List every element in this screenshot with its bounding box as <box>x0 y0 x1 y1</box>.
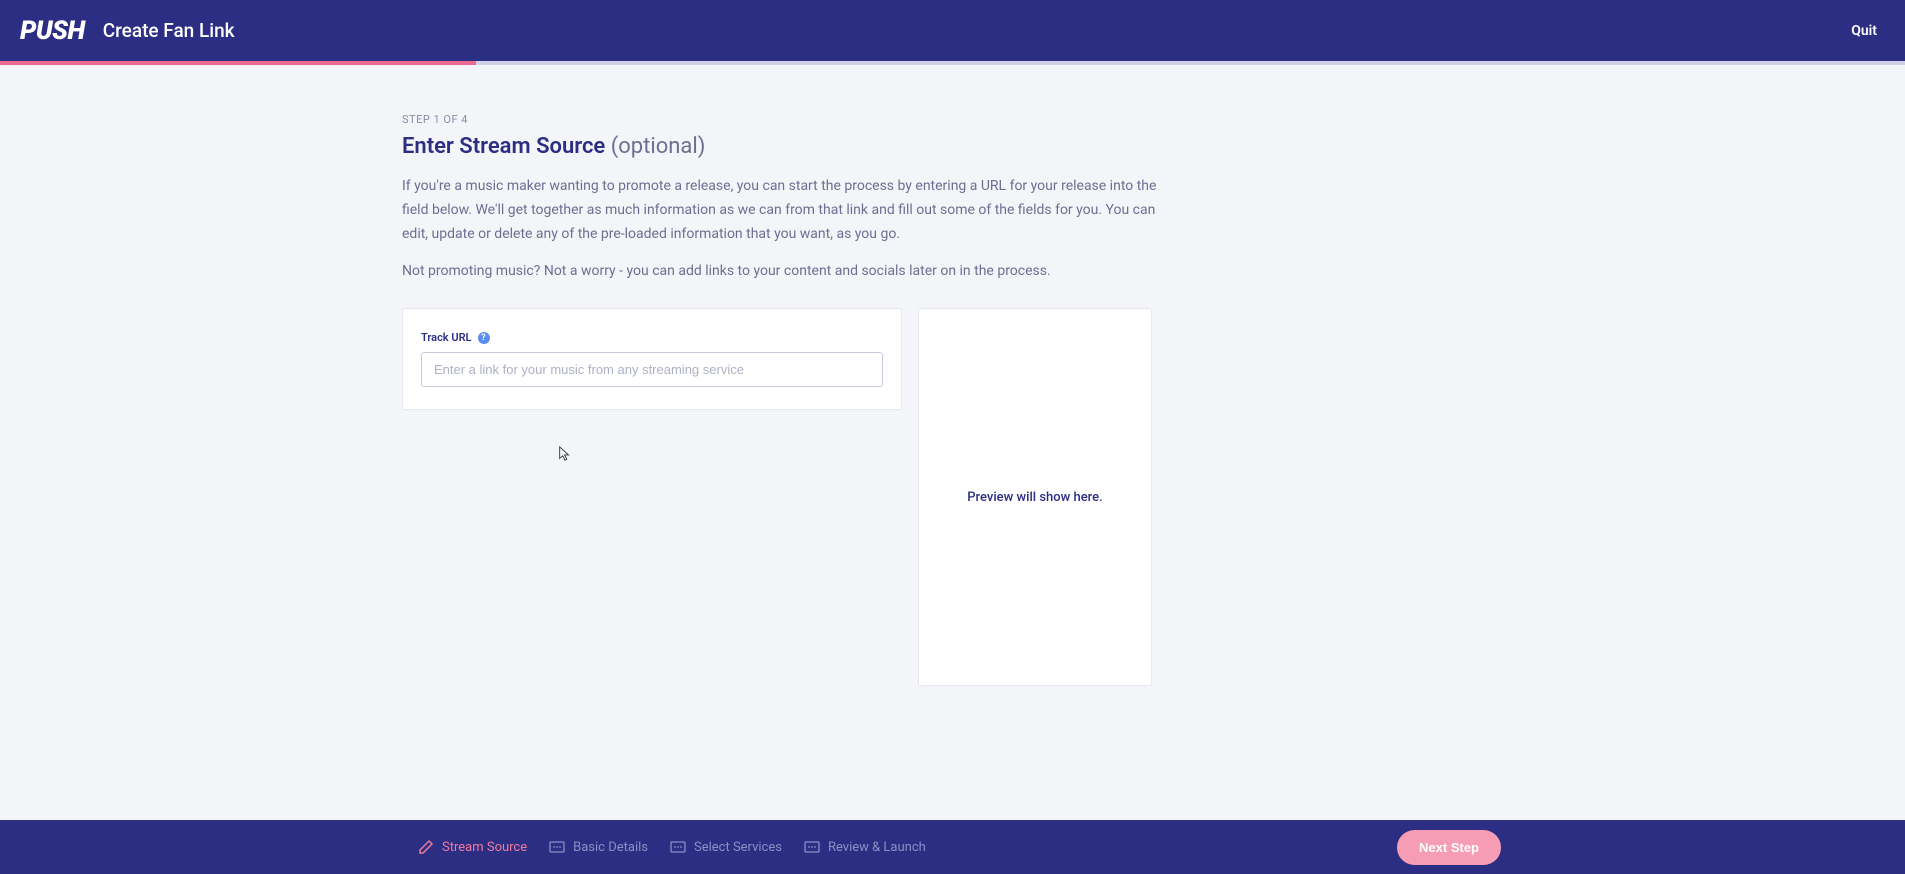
step-basic-details[interactable]: Basic Details <box>549 839 648 855</box>
preview-panel: Preview will show here. <box>918 308 1152 686</box>
footer-steps: Stream Source Basic Details Select Servi… <box>418 839 926 855</box>
step-review-launch[interactable]: Review & Launch <box>804 839 926 855</box>
dots-icon <box>670 839 686 855</box>
description-1: If you're a music maker wanting to promo… <box>402 175 1157 246</box>
next-step-button[interactable]: Next Step <box>1397 830 1501 865</box>
preview-placeholder-text: Preview will show here. <box>967 490 1102 505</box>
header-left: PUSH Create Fan Link <box>20 16 235 46</box>
help-icon[interactable]: ? <box>478 332 490 344</box>
track-url-input[interactable] <box>421 352 883 387</box>
edit-icon <box>418 839 434 855</box>
page-title-optional: (optional) <box>611 134 706 159</box>
input-panel: Track URL ? <box>402 308 902 410</box>
progress-track <box>0 61 1905 65</box>
quit-button[interactable]: Quit <box>1851 23 1877 39</box>
step-label: STEP 1 OF 4 <box>402 113 1157 126</box>
step-label-1: Stream Source <box>442 840 527 855</box>
page-title-main: Enter Stream Source <box>402 134 605 159</box>
dots-icon <box>804 839 820 855</box>
step-label-2: Basic Details <box>573 840 648 855</box>
description-2: Not promoting music? Not a worry - you c… <box>402 260 1157 284</box>
logo[interactable]: PUSH <box>20 16 85 46</box>
progress-fill <box>0 61 476 65</box>
dots-icon <box>549 839 565 855</box>
track-url-label-row: Track URL ? <box>421 331 883 344</box>
step-label-4: Review & Launch <box>828 840 926 855</box>
content-wrapper: STEP 1 OF 4 Enter Stream Source (optiona… <box>402 113 1157 284</box>
header-title: Create Fan Link <box>103 19 235 42</box>
footer: Stream Source Basic Details Select Servi… <box>0 820 1905 874</box>
track-url-label: Track URL <box>421 331 472 344</box>
page-title: Enter Stream Source (optional) <box>402 134 1157 159</box>
step-label-3: Select Services <box>694 840 782 855</box>
step-stream-source[interactable]: Stream Source <box>418 839 527 855</box>
app-header: PUSH Create Fan Link Quit <box>0 0 1905 61</box>
step-select-services[interactable]: Select Services <box>670 839 782 855</box>
columns: Track URL ? Preview will show here. <box>402 308 1557 686</box>
